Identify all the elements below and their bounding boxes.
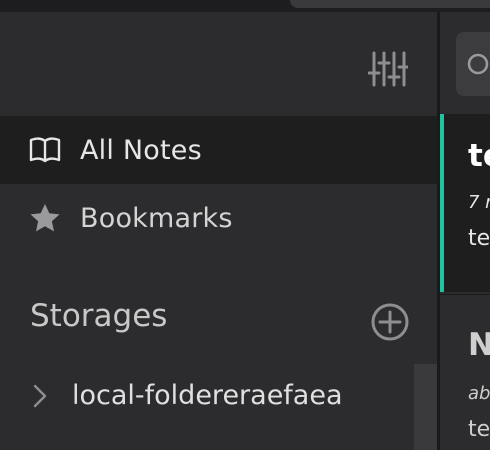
sidebar: All Notes Bookmarks Storages local-folde… (0, 12, 437, 450)
storage-item-label: local-foldereraefaea (72, 380, 343, 411)
sidebar-item-label: Bookmarks (80, 202, 233, 234)
plus-circle-icon (371, 303, 409, 341)
note-item[interactable]: N ab te (440, 294, 490, 450)
storage-item-local-folder[interactable]: local-foldereraefaea (0, 364, 414, 432)
note-meta: 7 r (468, 192, 490, 213)
window-tab (290, 0, 490, 8)
add-storage-button[interactable] (368, 300, 412, 344)
preferences-button[interactable] (364, 48, 412, 90)
sidebar-header (0, 12, 437, 114)
chevron-right-icon (33, 384, 47, 408)
search-icon (467, 53, 489, 75)
note-preview: te (468, 226, 490, 251)
sidebar-item-all-notes[interactable]: All Notes (0, 116, 437, 184)
note-title: te (468, 138, 490, 174)
sidebar-item-bookmarks[interactable]: Bookmarks (0, 184, 437, 252)
search-input[interactable] (456, 32, 490, 96)
note-list: te 7 r te N ab te (440, 12, 490, 450)
book-open-icon (28, 133, 62, 167)
sidebar-scrollbar[interactable] (414, 364, 437, 450)
sidebar-item-label: All Notes (80, 134, 202, 166)
star-icon (28, 201, 62, 235)
note-meta: ab (468, 383, 490, 404)
note-item-active[interactable]: te 7 r te (440, 114, 490, 292)
note-preview: te (468, 417, 490, 442)
note-title: N (468, 327, 490, 363)
storages-heading: Storages (30, 298, 168, 334)
sliders-icon (368, 51, 408, 87)
window-top-strip (0, 0, 490, 12)
